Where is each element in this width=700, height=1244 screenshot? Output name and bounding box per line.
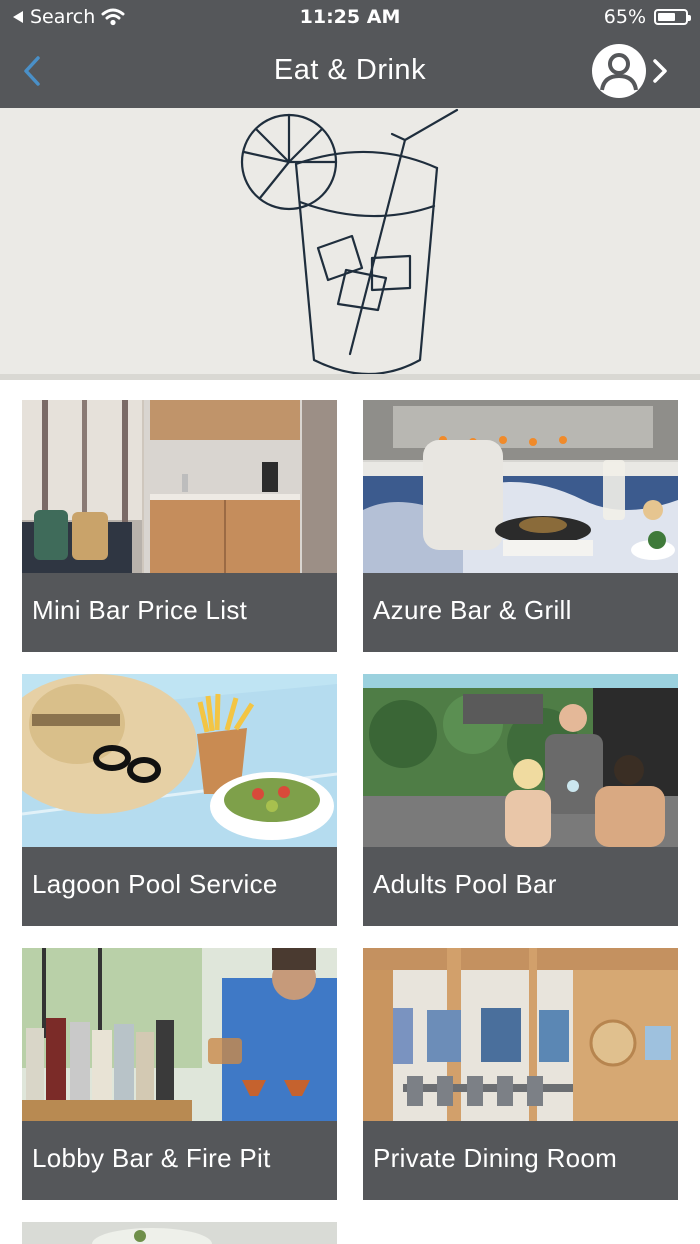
card-lagoon-pool-service[interactable]: Lagoon Pool Service: [22, 674, 337, 926]
nav-bar: Eat & Drink: [0, 36, 700, 108]
battery-fill: [658, 13, 675, 21]
card-lobby-bar-fire-pit[interactable]: Lobby Bar & Fire Pit: [22, 948, 337, 1200]
status-time: 11:25 AM: [299, 6, 401, 28]
lobby-bar-photo: [22, 948, 337, 1121]
next-card-photo: [22, 1222, 337, 1244]
hero-banner: [0, 108, 700, 380]
status-bar: Search 11:25 AM 65%: [0, 0, 700, 36]
account-button[interactable]: [592, 44, 670, 98]
dining-room-photo: [363, 948, 678, 1121]
grill-photo: [363, 400, 678, 573]
chevron-right-icon: [653, 59, 667, 83]
card-label: Private Dining Room: [363, 1121, 678, 1200]
card-label: Lobby Bar & Fire Pit: [22, 1121, 337, 1200]
pool-bar-photo: [363, 674, 678, 847]
card-label: Adults Pool Bar: [363, 847, 678, 926]
card-label: Lagoon Pool Service: [22, 847, 337, 926]
card-label: Azure Bar & Grill: [363, 573, 678, 652]
status-right: 65%: [603, 6, 691, 28]
card-azure-bar-grill[interactable]: Azure Bar & Grill: [363, 400, 678, 652]
user-circle-icon: [592, 44, 646, 98]
battery-percent: 65%: [603, 6, 646, 28]
card-mini-bar-price-list[interactable]: Mini Bar Price List: [22, 400, 337, 652]
pool-service-photo: [22, 674, 337, 847]
card-next-partial[interactable]: [22, 1222, 337, 1244]
card-adults-pool-bar[interactable]: Adults Pool Bar: [363, 674, 678, 926]
card-private-dining-room[interactable]: Private Dining Room: [363, 948, 678, 1200]
battery-icon: [654, 9, 691, 25]
card-label: Mini Bar Price List: [22, 573, 337, 652]
minibar-photo: [22, 400, 337, 573]
drink-glass-icon: [240, 108, 459, 375]
